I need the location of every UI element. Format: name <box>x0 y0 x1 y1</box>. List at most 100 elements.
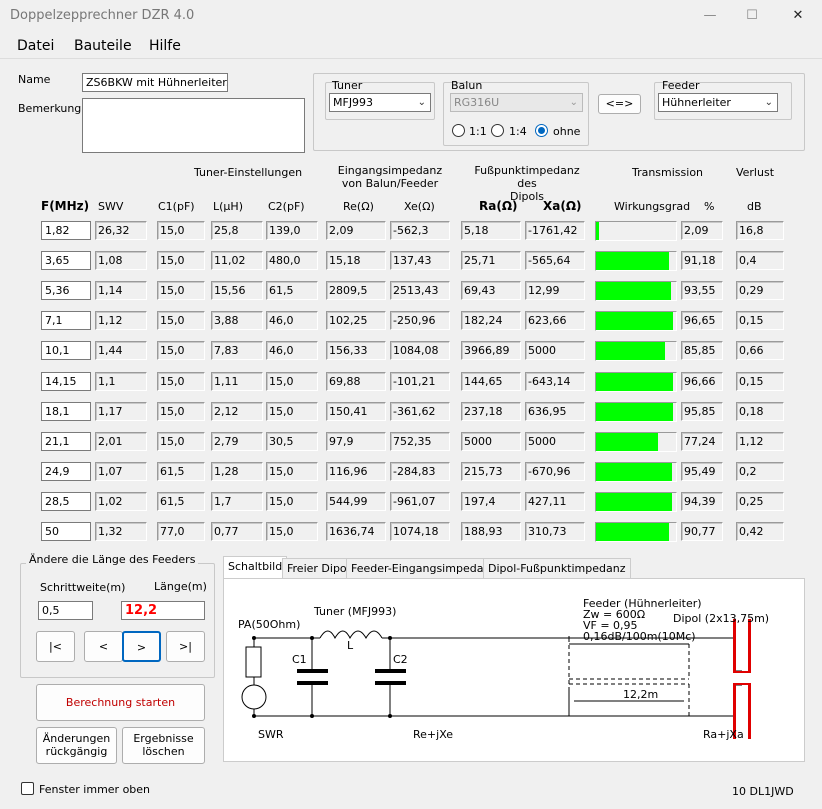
column-header: Xa(Ω) <box>543 199 582 213</box>
table-cell-db: 0,29 <box>736 281 784 300</box>
table-cell-xe: -101,21 <box>390 372 450 391</box>
table-cell-c2: 61,5 <box>266 281 318 300</box>
table-cell-swv: 1,08 <box>95 251 147 270</box>
next-step-button[interactable]: > <box>122 631 161 662</box>
table-cell-c2: 139,0 <box>266 221 318 240</box>
table-cell-pct: 2,09 <box>681 221 723 240</box>
schematic-tuner-label: Tuner (MFJ993) <box>314 605 397 618</box>
calculate-button[interactable]: Berechnung starten <box>36 684 205 721</box>
version-label: 10 DL1JWD <box>732 785 794 798</box>
efficiency-bar <box>595 221 677 241</box>
table-cell-swv: 1,1 <box>95 372 147 391</box>
prev-step-button[interactable]: < <box>84 631 123 662</box>
table-cell-c2: 46,0 <box>266 311 318 330</box>
table-cell-pct: 85,85 <box>681 341 723 360</box>
swap-button[interactable]: <=> <box>598 94 641 114</box>
table-cell-pct: 90,77 <box>681 522 723 541</box>
balun-value: RG316U <box>454 96 500 109</box>
frequency-field[interactable]: 7,1 <box>41 311 91 330</box>
table-cell-swv: 26,32 <box>95 221 147 240</box>
efficiency-bar <box>595 311 677 331</box>
column-header: Re(Ω) <box>343 200 374 213</box>
frequency-field[interactable]: 18,1 <box>41 402 91 421</box>
table-cell-c1: 15,0 <box>157 221 205 240</box>
efficiency-bar-fill <box>596 523 669 541</box>
clear-results-button[interactable]: Ergebnisse löschen <box>122 727 205 764</box>
balun-radio-ohne[interactable] <box>535 124 548 137</box>
table-cell-xa: -1761,42 <box>525 221 585 240</box>
always-on-top-checkbox[interactable] <box>21 782 34 795</box>
schematic-swr-label: SWR <box>258 728 284 741</box>
frequency-field[interactable]: 24,9 <box>41 462 91 481</box>
column-header: C1(pF) <box>158 200 195 213</box>
frequency-field[interactable]: 14,15 <box>41 372 91 391</box>
efficiency-bar-fill <box>596 222 599 240</box>
efficiency-bar <box>595 402 677 422</box>
efficiency-bar-fill <box>596 403 673 421</box>
header-tuner-settings: Tuner-Einstellungen <box>193 166 303 179</box>
tab-freier-dipol[interactable]: Freier Dipol <box>282 558 355 578</box>
always-on-top-label: Fenster immer oben <box>39 783 151 796</box>
table-cell-l: 3,88 <box>211 311 263 330</box>
column-header: SWV <box>98 200 124 213</box>
efficiency-bar-fill <box>596 493 672 511</box>
menu-hilfe[interactable]: Hilfe <box>149 38 181 54</box>
feeder-length-title: Ändere die Länge des Feeders <box>26 553 199 566</box>
table-cell-ra: 182,24 <box>461 311 521 330</box>
table-cell-xe: 1084,08 <box>390 341 450 360</box>
table-cell-c1: 61,5 <box>157 462 205 481</box>
schematic-loss-label: 0,16dB/100m(10Mc) <box>583 630 696 643</box>
table-cell-xe: 2513,43 <box>390 281 450 300</box>
schematic-pa-label: PA(50Ohm) <box>238 618 301 631</box>
balun-radio-1-1[interactable] <box>452 124 465 137</box>
name-field[interactable]: ZS6BKW mit Hühnerleiter.dzr <box>82 73 228 92</box>
frequency-field[interactable]: 3,65 <box>41 251 91 270</box>
efficiency-bar <box>595 341 677 361</box>
tab-feeder-eingangsimpedanz[interactable]: Feeder-Eingangsimpedanz <box>346 558 502 578</box>
balun-select[interactable]: RG316U ⌄ <box>450 93 583 112</box>
maximize-button[interactable]: ☐ <box>732 4 772 28</box>
frequency-field[interactable]: 21,1 <box>41 432 91 451</box>
efficiency-bar-fill <box>596 252 669 270</box>
menu-datei[interactable]: Datei <box>17 38 54 54</box>
chevron-down-icon: ⌄ <box>764 97 773 108</box>
table-cell-l: 7,83 <box>211 341 263 360</box>
tuner-label: Tuner <box>332 79 363 92</box>
tab-schaltbild[interactable]: Schaltbild <box>223 556 288 578</box>
table-cell-c1: 15,0 <box>157 311 205 330</box>
table-cell-xe: -284,83 <box>390 462 450 481</box>
table-cell-swv: 1,14 <box>95 281 147 300</box>
tab-dipol-fusspunktimpedanz[interactable]: Dipol-Fußpunktimpedanz <box>483 558 631 578</box>
table-cell-pct: 77,24 <box>681 432 723 451</box>
frequency-field[interactable]: 5,36 <box>41 281 91 300</box>
menu-bauteile[interactable]: Bauteile <box>74 38 132 54</box>
table-cell-db: 1,12 <box>736 432 784 451</box>
balun-radio-1-4[interactable] <box>491 124 504 137</box>
remark-field[interactable] <box>82 98 305 153</box>
column-header: Xe(Ω) <box>404 200 435 213</box>
table-cell-l: 1,28 <box>211 462 263 481</box>
table-cell-re: 97,9 <box>326 432 386 451</box>
table-cell-db: 0,2 <box>736 462 784 481</box>
feeder-select[interactable]: Hühnerleiter ⌄ <box>658 93 778 112</box>
efficiency-bar <box>595 281 677 301</box>
table-cell-xa: -565,64 <box>525 251 585 270</box>
tuner-select[interactable]: MFJ993 ⌄ <box>329 93 431 112</box>
frequency-field[interactable]: 28,5 <box>41 492 91 511</box>
frequency-field[interactable]: 10,1 <box>41 341 91 360</box>
close-button[interactable]: ✕ <box>778 4 818 28</box>
table-cell-c1: 15,0 <box>157 281 205 300</box>
table-cell-xe: -361,62 <box>390 402 450 421</box>
table-cell-c2: 46,0 <box>266 341 318 360</box>
undo-changes-button[interactable]: Änderungen rückgängig <box>36 727 117 764</box>
frequency-field[interactable]: 50 <box>41 522 91 541</box>
table-cell-l: 0,77 <box>211 522 263 541</box>
minimize-button[interactable]: — <box>690 4 730 28</box>
last-step-button[interactable]: >| <box>166 631 205 662</box>
length-field[interactable]: 12,2 <box>121 601 205 620</box>
table-cell-l: 2,79 <box>211 432 263 451</box>
efficiency-bar <box>595 492 677 512</box>
frequency-field[interactable]: 1,82 <box>41 221 91 240</box>
first-step-button[interactable]: |< <box>36 631 75 662</box>
step-field[interactable]: 0,5 <box>38 601 93 620</box>
